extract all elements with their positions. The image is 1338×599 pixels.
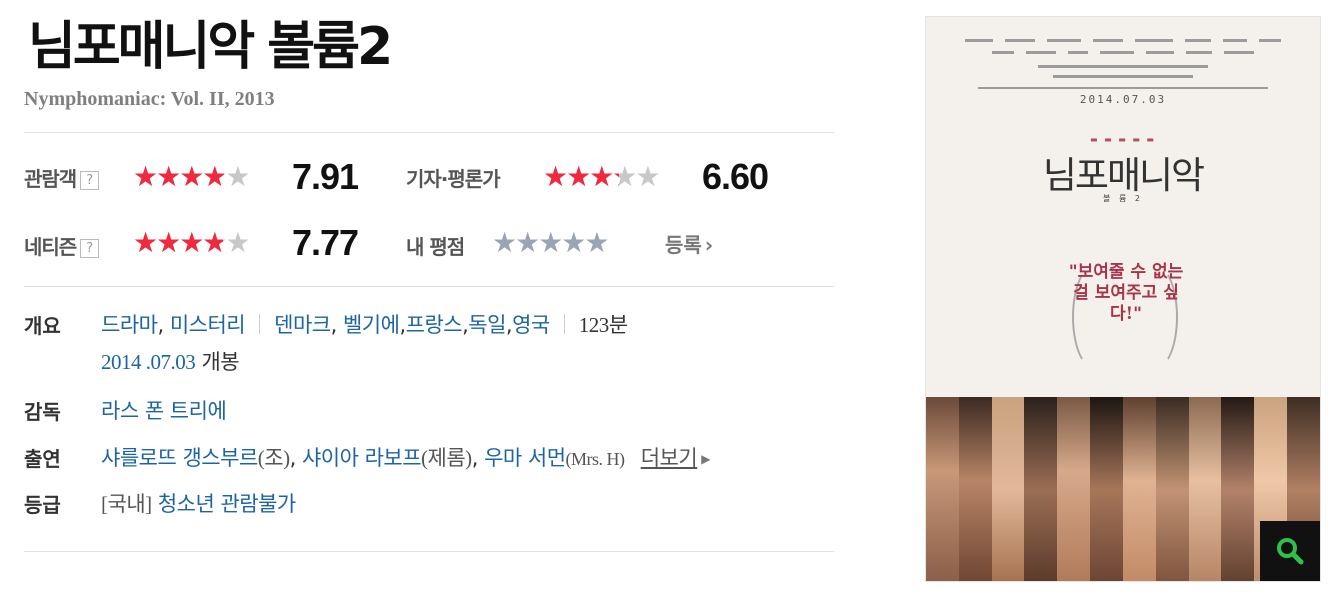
director-label: 감독 — [24, 400, 61, 424]
divider — [24, 132, 834, 133]
critics-rating-label: 기자·평론가 — [406, 163, 501, 192]
separator-comma: , — [330, 313, 338, 337]
grade-line: [국내] 청소년 관람불가 — [101, 488, 296, 518]
my-rating-label-text: 내 평점 — [406, 235, 465, 259]
poster-credits — [926, 51, 1320, 54]
my-rating-stars[interactable]: ★★★★★ ★★★★★ — [492, 229, 652, 257]
register-rating-link[interactable]: 등록 › — [665, 229, 713, 258]
director-line: 라스 폰 트리에 — [101, 395, 227, 425]
country-link[interactable]: 벨기에 — [343, 313, 400, 337]
help-icon[interactable]: ? — [80, 239, 100, 258]
actor-link[interactable]: 샤를로뜨 갱스부르 — [101, 446, 258, 470]
my-rating-label: 내 평점 — [406, 231, 465, 260]
country-link[interactable]: 독일 — [468, 313, 506, 337]
audience-rating-label: 관람객? — [24, 163, 100, 192]
actor-link[interactable]: 샤이아 라보프 — [302, 446, 422, 470]
separator-comma: , — [289, 446, 297, 470]
grade-link[interactable]: 청소년 관람불가 — [158, 492, 296, 516]
poster-date: 2014.07.03 — [1079, 93, 1167, 106]
divider — [24, 286, 834, 287]
genre-link[interactable]: 미스터리 — [170, 313, 246, 337]
actor-role: (조) — [257, 446, 290, 470]
movie-poster[interactable]: 2014.07.03 ▬ ▬ ▬ ▬ ▬ 님포매니악 볼 륨 2 "보여줄 수 … — [925, 16, 1321, 582]
grade-label: 등급 — [24, 493, 61, 517]
overview-label: 개요 — [24, 314, 61, 338]
country-link[interactable]: 프랑스 — [406, 313, 463, 337]
poster-credits — [926, 39, 1320, 42]
poster-credits — [926, 65, 1320, 68]
movie-title: 님포매니악 볼륨2 — [28, 17, 393, 77]
critics-label-text: 기자·평론가 — [406, 167, 501, 191]
grade-region: [국내] — [101, 492, 152, 516]
poster-kicker: ▬ ▬ ▬ ▬ ▬ — [1090, 135, 1156, 144]
country-link[interactable]: 덴마크 — [274, 313, 331, 337]
netizen-label-text: 네티즌 — [24, 235, 77, 259]
zoom-button[interactable] — [1260, 521, 1320, 581]
divider — [24, 551, 834, 552]
poster-volume: 볼 륨 2 — [1103, 194, 1143, 203]
help-icon[interactable]: ? — [80, 171, 100, 190]
country-link[interactable]: 영국 — [512, 313, 550, 337]
register-label: 등록 — [665, 233, 702, 257]
director-link[interactable]: 라스 폰 트리에 — [101, 399, 227, 423]
overview-line: 드라마, 미스터리 덴마크, 벨기에,프랑스,독일,영국 123분 — [101, 309, 628, 339]
chevron-right-icon: › — [704, 233, 714, 257]
netizen-score: 7.77 — [292, 222, 359, 263]
separator-pipe — [259, 314, 261, 334]
poster-title: 님포매니악 — [1042, 154, 1205, 197]
critics-stars: ★★★★★ ★★★★★ — [543, 163, 703, 191]
separator-comma: , — [471, 446, 479, 470]
actor-role: (제롬) — [421, 446, 472, 470]
caret-right-icon: ▶ — [701, 452, 710, 466]
release-date-link[interactable]: 2014 .07.03 — [101, 350, 196, 374]
audience-label-text: 관람객 — [24, 167, 77, 191]
genre-link[interactable]: 드라마 — [101, 313, 158, 337]
separator-pipe — [563, 314, 565, 334]
actor-role: (Mrs. H) — [565, 449, 626, 469]
actor-link[interactable]: 우마 서먼 — [484, 446, 566, 470]
magnifier-icon — [1277, 538, 1304, 565]
netizen-rating-label: 네티즌? — [24, 231, 100, 260]
star-filled-icons: ★★★★★ — [133, 229, 223, 257]
audience-score: 7.91 — [292, 156, 359, 197]
more-cast-link[interactable]: 더보기 — [641, 446, 698, 470]
star-filled-icons: ★★★★★ — [133, 163, 225, 191]
release-line: 2014 .07.03 개봉 — [101, 346, 240, 376]
star-empty-icons[interactable]: ★★★★★ — [492, 229, 610, 257]
poster-credits — [926, 87, 1320, 89]
movie-original-title: Nymphomaniac: Vol. II, 2013 — [24, 88, 275, 110]
cast-line: 샤를로뜨 갱스부르(조), 샤이아 라보프(제롬), 우마 서먼(Mrs. H)… — [101, 442, 710, 472]
star-filled-icons: ★★★★★ — [543, 163, 619, 191]
audience-stars: ★★★★★ ★★★★★ — [133, 163, 293, 191]
cast-label: 출연 — [24, 447, 61, 471]
critics-score: 6.60 — [702, 156, 769, 197]
release-suffix: 개봉 — [201, 350, 240, 374]
separator-comma: , — [157, 313, 164, 337]
poster-quote: "보여줄 수 없는 걸 보여주고 싶다!" — [1068, 262, 1184, 324]
netizen-stars: ★★★★★ ★★★★★ — [133, 229, 293, 257]
runtime: 123분 — [578, 313, 628, 337]
poster-credits — [926, 75, 1320, 78]
